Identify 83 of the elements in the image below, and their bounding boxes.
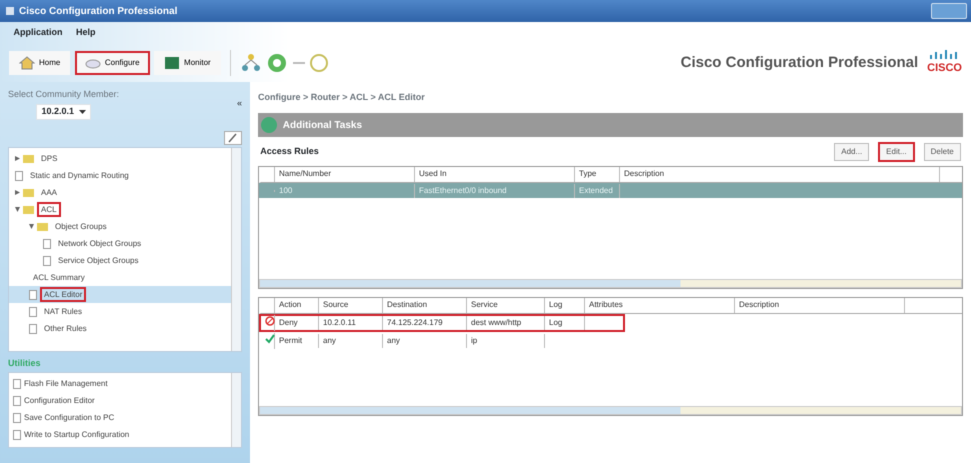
column-header[interactable]: Service (467, 298, 545, 313)
scrollbar[interactable] (231, 148, 241, 351)
page-icon (29, 290, 37, 300)
table-cell: Permit (275, 334, 319, 348)
tree-item[interactable]: ACL (9, 201, 231, 218)
column-header[interactable]: Type (575, 167, 620, 182)
action-button[interactable]: Delete (924, 142, 961, 160)
table-cell: Extended (575, 184, 620, 198)
utility-item[interactable]: Flash File Management (9, 376, 231, 392)
menu-item[interactable]: Help (76, 26, 96, 40)
horizontal-scrollbar[interactable] (259, 406, 962, 415)
table-cell: dest www/http (467, 316, 545, 330)
tree-item[interactable]: NAT Rules (9, 303, 231, 320)
table-cell: 10.2.0.11 (319, 316, 383, 330)
tree-item[interactable]: Static and Dynamic Routing (9, 167, 231, 184)
logo-text: CISCO (927, 60, 962, 76)
table-cell: Deny (275, 316, 319, 330)
folder-icon (23, 205, 34, 214)
scrollbar[interactable] (231, 373, 241, 448)
tree-item[interactable]: ACL Editor (9, 286, 231, 304)
network-icon (240, 52, 262, 74)
home-icon (19, 55, 35, 71)
dash-icon (292, 62, 305, 64)
table-cell: any (319, 334, 383, 348)
tree-item[interactable]: Service Object Groups (9, 252, 231, 270)
page-icon (29, 306, 37, 317)
panel-title: Additional Tasks (282, 118, 362, 132)
window-controls[interactable] (930, 3, 966, 19)
utility-item[interactable]: Configuration Editor (9, 392, 231, 410)
expander-icon[interactable] (15, 156, 20, 162)
toolbar-button[interactable]: Monitor (154, 51, 221, 75)
tree-item[interactable]: ACL Summary (9, 269, 231, 286)
table-cell: 74.125.224.179 (383, 316, 467, 330)
table-cell: any (383, 334, 467, 348)
column-header[interactable]: Source (319, 298, 383, 313)
column-header[interactable]: Attributes (585, 298, 735, 313)
brand-title: Cisco Configuration Professional (680, 52, 918, 73)
menu-item[interactable]: Application (14, 26, 62, 40)
toolbar-button[interactable]: Home (9, 51, 70, 75)
table-cell: 100 (275, 184, 415, 198)
collapse-button[interactable]: « (236, 97, 242, 111)
page-icon (29, 324, 37, 334)
tree-item[interactable]: DPS (9, 150, 231, 168)
section-title: Access Rules (260, 144, 320, 158)
breadcrumb-text: Configure > Router > ACL > ACL Editor (258, 90, 426, 104)
folder-icon (23, 188, 34, 198)
horizontal-scrollbar[interactable] (259, 279, 962, 288)
table-cell: Log (545, 316, 585, 330)
table-cell: ip (467, 334, 545, 348)
column-header[interactable]: Used In (415, 167, 575, 182)
community-label: Select Community Member: (8, 88, 120, 102)
column-header[interactable]: Description (735, 298, 905, 313)
toolbar-button[interactable]: Configure (74, 51, 150, 75)
caret-icon (78, 110, 86, 114)
utilities-header: Utilities (8, 356, 42, 370)
window-title: Cisco Configuration Professional (19, 4, 178, 18)
tree-item[interactable]: Object Groups (9, 218, 231, 236)
tree-item[interactable]: AAA (9, 184, 231, 202)
folder-icon (37, 222, 48, 232)
column-header[interactable]: Name/Number (275, 167, 415, 182)
expander-icon[interactable] (15, 207, 20, 212)
utility-item[interactable]: Write to Startup Configuration (9, 426, 231, 444)
column-header[interactable]: Action (275, 298, 319, 313)
action-button[interactable]: Edit... (878, 142, 915, 162)
table-cell: FastEthernet0/0 inbound (415, 184, 575, 198)
expander-icon[interactable] (15, 190, 20, 196)
column-header[interactable]: Log (545, 298, 585, 313)
column-header[interactable]: Destination (383, 298, 467, 313)
column-header[interactable]: Description (620, 167, 940, 182)
edit-icon (224, 130, 242, 145)
page-icon (43, 256, 51, 266)
page-icon (15, 170, 23, 181)
action-button[interactable]: Add... (834, 142, 870, 160)
tree-item[interactable]: Other Rules (9, 320, 231, 338)
page-icon (43, 238, 51, 249)
utility-item[interactable]: Save Configuration to PC (9, 410, 231, 426)
member-dropdown[interactable]: 10.2.0.1 (36, 104, 92, 120)
tree-item[interactable]: Network Object Groups (9, 235, 231, 252)
app-icon (4, 6, 14, 16)
expander-icon[interactable] (29, 224, 34, 230)
folder-icon (23, 154, 34, 164)
monitor-icon (164, 55, 180, 71)
toolbar-separator (230, 50, 231, 76)
